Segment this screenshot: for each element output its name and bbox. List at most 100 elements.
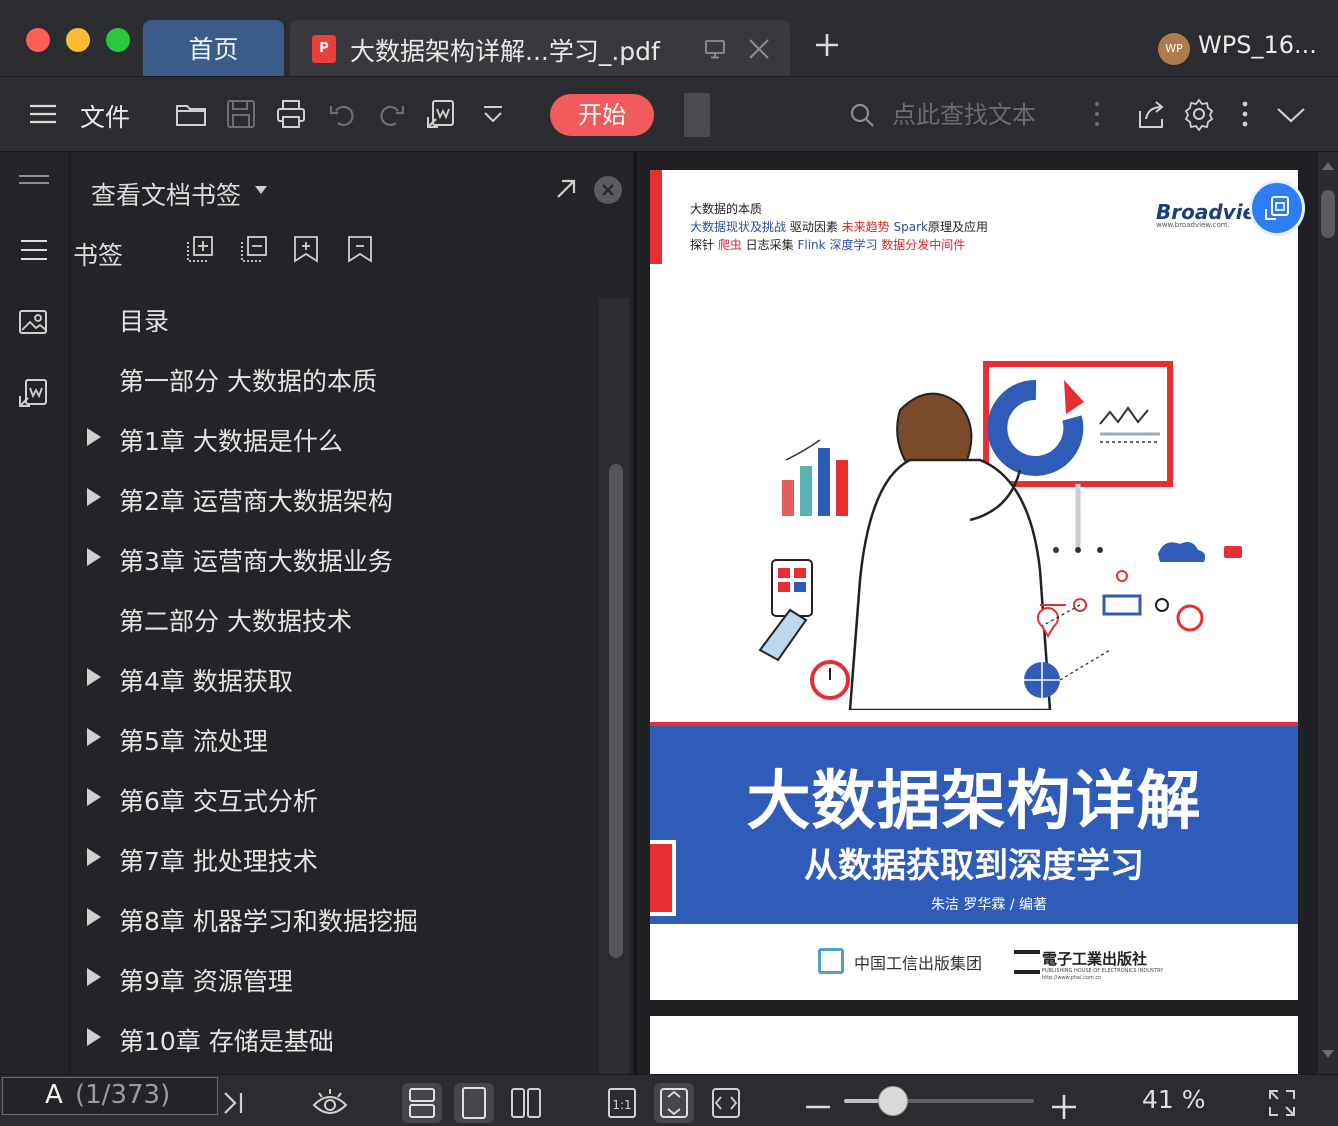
scroll-down-arrow-icon[interactable] — [1322, 1050, 1334, 1058]
bookmark-list-icon[interactable] — [16, 232, 52, 268]
convert-icon — [1265, 196, 1289, 220]
close-window-button[interactable] — [26, 28, 50, 52]
bookmark-item[interactable]: 第10章 存储是基础 — [71, 1008, 601, 1068]
minimize-window-button[interactable] — [66, 28, 90, 52]
bookmark-scrollbar-thumb[interactable] — [609, 464, 623, 958]
expand-arrow-icon[interactable] — [87, 728, 101, 746]
bookmark-item[interactable]: 第3章 运营商大数据业务 — [71, 528, 601, 588]
chevron-down-icon[interactable] — [1274, 97, 1308, 131]
bookmark-item[interactable]: 第二部分 大数据技术 — [71, 588, 601, 648]
zoom-level-value[interactable]: 41 % — [1142, 1085, 1206, 1114]
expand-arrow-icon[interactable] — [87, 668, 101, 686]
two-page-icon[interactable] — [506, 1083, 546, 1123]
bookmark-item[interactable]: 第一部分 大数据的本质 — [71, 348, 601, 408]
menu-icon[interactable] — [26, 97, 60, 131]
open-folder-icon[interactable] — [174, 97, 208, 131]
expand-arrow-icon[interactable] — [87, 788, 101, 806]
bookmark-item[interactable]: 第2章 运营商大数据架构 — [71, 468, 601, 528]
actual-size-icon[interactable]: 1:1 — [602, 1083, 642, 1123]
bookmark-item[interactable]: 第7章 批处理技术 — [71, 828, 601, 888]
expand-arrow-icon[interactable] — [87, 908, 101, 926]
expand-arrow-icon[interactable] — [87, 428, 101, 446]
bookmark-item[interactable]: 目录 — [71, 288, 601, 348]
bookmark-item[interactable]: 第5章 流处理 — [71, 708, 601, 768]
print-icon[interactable] — [274, 97, 308, 131]
collapse-all-icon[interactable] — [239, 234, 269, 264]
undock-panel-icon[interactable] — [553, 176, 579, 202]
settings-gear-icon[interactable] — [1182, 97, 1216, 132]
document-scrollbar-thumb[interactable] — [1321, 190, 1335, 238]
cover-topic-line: 探针 爬虫 日志采集 Flink 深度学习 数据分发中间件 — [690, 236, 988, 254]
page-indicator[interactable]: (1/373) — [75, 1080, 170, 1110]
cover-topic: 探针 — [690, 238, 718, 252]
bookmark-item[interactable]: 第1章 大数据是什么 — [71, 408, 601, 468]
avatar[interactable]: WP — [1158, 33, 1190, 65]
zoom-out-icon[interactable] — [798, 1083, 838, 1123]
add-bookmark-icon[interactable] — [291, 234, 321, 264]
document-scrollbar[interactable] — [1318, 152, 1338, 1074]
fit-page-icon[interactable] — [654, 1083, 694, 1123]
cover-topic: 深度学习 — [829, 238, 878, 252]
pdf-page-cover[interactable]: 大数据的本质 大数据现状及挑战 驱动因素 未来趋势 Spark原理及应用 探针 … — [650, 170, 1298, 1000]
continuous-scroll-icon[interactable] — [402, 1083, 442, 1123]
monitor-icon[interactable] — [704, 38, 726, 60]
search-input[interactable] — [892, 97, 1072, 133]
new-tab-plus-icon[interactable] — [814, 32, 840, 58]
tab-home[interactable]: 首页 — [143, 20, 284, 76]
book-title: 大数据架构详解 — [746, 765, 1202, 839]
zoom-in-icon[interactable] — [1044, 1083, 1084, 1123]
undo-icon[interactable] — [326, 97, 360, 131]
redo-icon[interactable] — [374, 97, 408, 131]
tab-document[interactable]: P 大数据架构详解...学习_.pdf — [290, 20, 790, 76]
fit-width-icon[interactable] — [706, 1083, 746, 1123]
expand-arrow-icon[interactable] — [87, 1028, 101, 1046]
eye-protection-icon[interactable] — [310, 1083, 350, 1123]
share-icon[interactable] — [1134, 97, 1168, 131]
overflow-menu-icon[interactable] — [1228, 97, 1262, 131]
bookmark-item[interactable]: 第4章 数据获取 — [71, 648, 601, 708]
floating-convert-button[interactable] — [1249, 180, 1305, 236]
save-icon[interactable] — [224, 97, 258, 131]
zoom-slider[interactable] — [844, 1086, 1034, 1116]
remove-bookmark-icon[interactable] — [345, 234, 375, 264]
expand-arrow-icon[interactable] — [87, 848, 101, 866]
toolbar-collapse-handle[interactable] — [684, 93, 710, 137]
bookmark-item[interactable]: 第8章 机器学习和数据挖掘 — [71, 888, 601, 948]
user-name[interactable]: WPS_16... — [1198, 31, 1317, 59]
zoom-slider-handle[interactable] — [878, 1086, 909, 1116]
cover-topic: 驱动因素 — [786, 220, 842, 234]
panel-title[interactable]: 查看文档书签 — [91, 176, 241, 212]
fullscreen-icon[interactable] — [1262, 1083, 1302, 1123]
more-dropdown-icon[interactable] — [476, 97, 510, 131]
thumbnail-image-icon[interactable] — [16, 304, 52, 340]
bookmark-item[interactable]: 第9章 资源管理 — [71, 948, 601, 1008]
file-menu-label[interactable]: 文件 — [80, 98, 130, 134]
cover-topic: Spark — [889, 220, 928, 234]
bookmark-item-label: 第6章 交互式分析 — [119, 787, 318, 816]
expand-arrow-icon[interactable] — [87, 968, 101, 986]
annotation-export-icon[interactable] — [16, 376, 52, 412]
single-page-icon[interactable] — [454, 1083, 494, 1123]
page-number-box[interactable]: A (1/373) — [2, 1077, 218, 1115]
panel-dropdown-caret-icon[interactable] — [255, 186, 267, 194]
document-viewer[interactable]: 大数据的本质 大数据现状及挑战 驱动因素 未来趋势 Spark原理及应用 探针 … — [637, 152, 1338, 1096]
search-box[interactable] — [846, 97, 1076, 133]
cover-topics: 大数据的本质 大数据现状及挑战 驱动因素 未来趋势 Spark原理及应用 探针 … — [690, 200, 988, 254]
expand-all-icon[interactable] — [185, 234, 215, 264]
expand-arrow-icon[interactable] — [87, 548, 101, 566]
start-tab-button[interactable]: 开始 — [550, 94, 654, 136]
bookmark-item[interactable]: 第6章 交互式分析 — [71, 768, 601, 828]
last-page-icon[interactable] — [212, 1083, 246, 1123]
cover-topic-line: 大数据现状及挑战 驱动因素 未来趋势 Spark原理及应用 — [690, 218, 988, 236]
scroll-up-arrow-icon[interactable] — [1322, 162, 1334, 170]
close-panel-button[interactable] — [594, 176, 622, 204]
toolbar: 文件 开始 — [0, 76, 1338, 152]
phei-logo-icon — [1014, 950, 1040, 974]
close-tab-icon[interactable] — [746, 36, 772, 62]
zoom-window-button[interactable] — [106, 28, 130, 52]
export-pdf-icon[interactable] — [424, 97, 458, 131]
collapse-sidebar-icon[interactable] — [16, 168, 52, 192]
bookmark-scrollbar[interactable] — [599, 298, 629, 1074]
expand-arrow-icon[interactable] — [87, 488, 101, 506]
vertical-more-icon[interactable] — [1080, 97, 1114, 131]
